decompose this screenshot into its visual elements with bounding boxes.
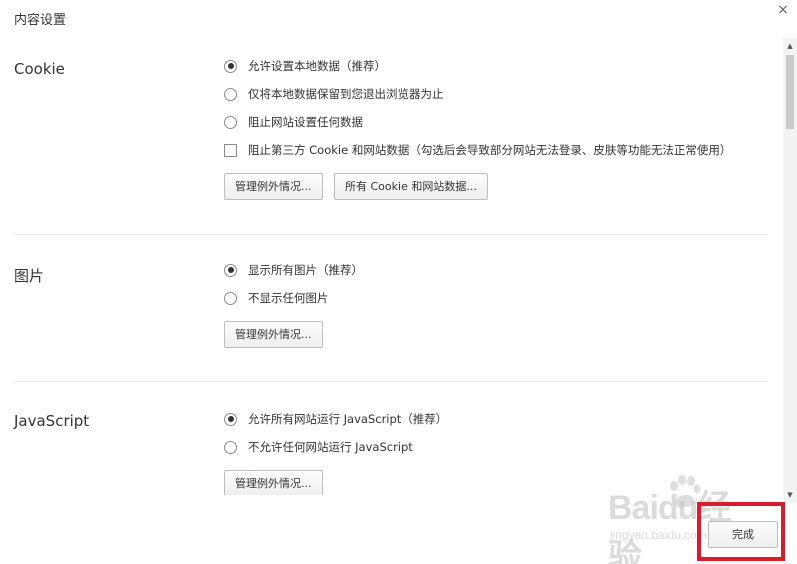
radio-checked-icon[interactable] [224,59,237,73]
content-settings-dialog: 内容设置 × Cookie 允许设置本地数据（推荐） 仅将本地数据保留到您退出浏… [0,0,797,564]
cookie-option-allow-local-data[interactable]: 允许设置本地数据（推荐） [224,57,386,75]
images-section-label: 图片 [14,267,45,285]
close-icon[interactable]: × [775,2,791,18]
radio-unchecked-icon[interactable] [224,291,237,305]
option-label: 阻止第三方 Cookie 和网站数据（勾选后会导致部分网站无法登录、皮肤等功能无… [248,143,732,157]
option-label: 不显示任何图片 [248,291,329,305]
radio-unchecked-icon[interactable] [224,87,237,101]
radio-unchecked-icon[interactable] [224,440,237,454]
radio-checked-icon[interactable] [224,263,237,277]
javascript-manage-exceptions-button[interactable]: 管理例外情况... [224,470,323,495]
cookie-manage-exceptions-button[interactable]: 管理例外情况... [224,173,323,200]
option-label: 允许所有网站运行 JavaScript（推荐） [248,412,448,426]
option-label: 显示所有图片（推荐） [248,263,363,277]
settings-content: Cookie 允许设置本地数据（推荐） 仅将本地数据保留到您退出浏览器为止 阻止… [0,40,782,495]
vertical-scrollbar[interactable]: ▲ ▼ [783,38,797,503]
scroll-up-icon[interactable]: ▲ [783,40,797,52]
section-divider [14,381,768,382]
done-button[interactable]: 完成 [708,521,778,548]
radio-checked-icon[interactable] [224,412,237,426]
cookie-option-keep-until-exit[interactable]: 仅将本地数据保留到您退出浏览器为止 [224,85,444,103]
radio-unchecked-icon[interactable] [224,115,237,129]
option-label: 仅将本地数据保留到您退出浏览器为止 [248,87,444,101]
cookie-section-label: Cookie [14,60,65,78]
javascript-section-label: JavaScript [14,412,90,430]
option-label: 不允许任何网站运行 JavaScript [248,440,413,454]
images-option-show-all[interactable]: 显示所有图片（推荐） [224,261,363,279]
all-cookies-site-data-button[interactable]: 所有 Cookie 和网站数据... [334,173,488,200]
scrollbar-thumb[interactable] [786,55,794,129]
javascript-option-allow-none[interactable]: 不允许任何网站运行 JavaScript [224,438,413,456]
images-manage-exceptions-button[interactable]: 管理例外情况... [224,321,323,348]
option-label: 允许设置本地数据（推荐） [248,59,386,73]
dialog-title: 内容设置 [14,13,67,28]
cookie-option-block-third-party[interactable]: 阻止第三方 Cookie 和网站数据（勾选后会导致部分网站无法登录、皮肤等功能无… [224,141,731,159]
checkbox-unchecked-icon[interactable] [224,143,237,157]
section-divider [14,234,768,235]
cookie-option-block-all[interactable]: 阻止网站设置任何数据 [224,113,363,131]
option-label: 阻止网站设置任何数据 [248,115,363,129]
images-option-show-none[interactable]: 不显示任何图片 [224,289,329,307]
watermark-url-text: jingyan.baidu.com [610,528,707,542]
javascript-option-allow-all[interactable]: 允许所有网站运行 JavaScript（推荐） [224,410,447,428]
scroll-down-icon[interactable]: ▼ [783,489,797,501]
